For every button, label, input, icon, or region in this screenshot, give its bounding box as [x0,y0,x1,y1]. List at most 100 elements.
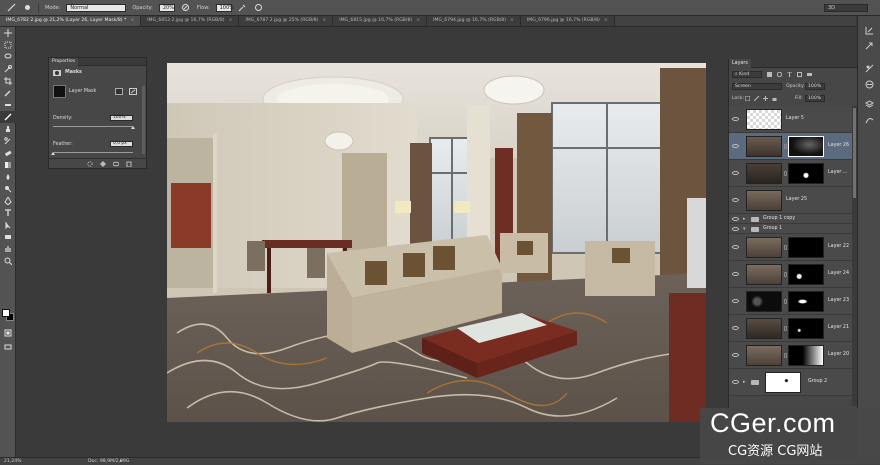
channels-icon[interactable] [858,76,880,92]
eyedropper-tool-icon[interactable] [0,87,16,99]
close-icon[interactable]: × [510,18,514,23]
visibility-eye-icon[interactable] [732,226,739,231]
scrollbar[interactable] [142,86,145,154]
group-row[interactable]: ▾ Group 1 [729,224,852,234]
layer-row[interactable]: Layer 20 [729,342,852,369]
blend-mode-dropdown[interactable]: Screen [732,83,782,90]
group-row[interactable]: ▸ Group 1 copy [729,214,852,224]
brush-tool-icon[interactable] [0,111,16,123]
document-image[interactable] [167,63,706,422]
density-slider[interactable] [53,126,133,127]
layer-row[interactable]: Layer 21 [729,315,852,342]
history-icon[interactable] [858,22,880,38]
flow-field[interactable]: 100% [215,3,234,12]
layer-row[interactable]: Layer ... [729,160,852,187]
crop-tool-icon[interactable] [0,75,16,87]
gradient-tool-icon[interactable] [0,159,16,171]
brush-settings-icon[interactable] [22,3,32,13]
doc-tab[interactable]: IMG_6853 2.jpg @ 16,7% (RGB/8) × [141,16,240,26]
group-row[interactable]: ▸ Group 2 [729,369,852,396]
layer-mask-thumbnail[interactable] [788,163,824,184]
doc-tab[interactable]: IMG_6782 2.jpg @ 21,2% (Layer 26, Layer … [0,16,142,26]
visibility-eye-icon[interactable] [732,353,739,357]
layer-row[interactable]: Layer 23 [729,288,852,315]
pressure-size-icon[interactable] [254,3,264,13]
history-brush-tool-icon[interactable] [0,135,16,147]
doc-tab[interactable]: IMG_6787 2.jpg @ 25% (RGB/8) × [239,16,334,26]
filter-kind-dropdown[interactable]: ⌕ Kind [732,71,762,78]
pen-tool-icon[interactable] [0,195,16,207]
expand-arrow-icon[interactable]: ▸ [743,216,746,222]
layers-tab[interactable]: Layers [729,59,751,68]
visibility-eye-icon[interactable] [732,272,739,276]
opacity-field[interactable]: 20% [158,3,175,12]
rectangle-tool-icon[interactable] [0,231,16,243]
layer-mask-thumbnail[interactable] [788,264,824,285]
mask-thumbnail[interactable] [53,85,66,98]
status-menu-arrow-icon[interactable]: ▸ [120,458,122,465]
close-icon[interactable]: × [604,18,608,23]
visibility-eye-icon[interactable] [732,117,739,121]
close-icon[interactable]: × [322,18,326,23]
shape-filter-icon[interactable] [797,72,802,79]
eraser-tool-icon[interactable] [0,147,16,159]
visibility-eye-icon[interactable] [732,216,739,221]
feather-slider-handle[interactable] [51,152,55,155]
adjustment-filter-icon[interactable] [776,71,783,79]
path-select-tool-icon[interactable] [0,219,16,231]
density-slider-handle[interactable] [131,126,135,129]
zoom-level[interactable]: 21,24% [4,458,22,465]
group-mask-thumbnail[interactable] [765,372,801,393]
fill-field[interactable]: 100% [805,95,825,102]
layer-mask-thumbnail[interactable] [788,318,824,339]
apply-mask-icon[interactable] [100,161,106,169]
doc-tab[interactable]: IMG_6815.jpg @ 16,7% (RGB/8) × [333,16,428,26]
clone-stamp-tool-icon[interactable] [0,123,16,135]
screen-mode-icon[interactable] [0,341,16,353]
doc-tab[interactable]: IMG_6796.jpg @ 16,7% (RGB/8) × [520,16,615,26]
chain-link-icon[interactable] [784,353,787,358]
quick-select-tool-icon[interactable] [0,63,16,75]
pressure-opacity-icon[interactable] [181,3,191,13]
layer-row[interactable]: Layer 22 [729,234,852,261]
mode-dropdown[interactable]: Normal [66,3,127,12]
chain-link-icon[interactable] [784,171,787,176]
visibility-eye-icon[interactable] [732,171,739,175]
layer-row[interactable]: Layer 24 [729,261,852,288]
visibility-eye-icon[interactable] [732,198,739,202]
airbrush-icon[interactable] [238,3,248,13]
workspace-dropdown[interactable]: 3D [824,4,868,12]
layer-mask-thumbnail[interactable] [788,291,824,312]
vector-mask-icon[interactable] [129,88,137,97]
brush-preset-icon[interactable] [6,3,16,13]
visibility-eye-icon[interactable] [732,380,739,384]
chain-link-icon[interactable] [784,144,787,149]
visibility-eye-icon[interactable] [732,144,739,148]
dodge-tool-icon[interactable] [0,183,16,195]
move-tool-icon[interactable] [0,27,16,39]
layer-mask-thumbnail[interactable] [788,237,824,258]
lasso-tool-icon[interactable] [0,51,16,63]
marquee-tool-icon[interactable] [0,39,16,51]
feather-slider[interactable] [53,152,133,153]
quick-mask-icon[interactable] [0,327,16,339]
layer-opacity-field[interactable]: 100% [805,83,825,90]
type-filter-icon[interactable] [787,71,792,79]
layers-stack-icon[interactable] [858,96,880,112]
chain-link-icon[interactable] [784,299,787,304]
chain-link-icon[interactable] [784,326,787,331]
zoom-tool-icon[interactable] [0,255,16,267]
canvas-area[interactable]: Properties Masks Layer Mask Density: 100… [16,27,728,457]
close-icon[interactable]: × [130,18,134,23]
close-icon[interactable]: × [229,18,233,23]
visibility-icon[interactable] [112,161,120,169]
blur-tool-icon[interactable] [0,171,16,183]
layer-row[interactable]: Layer 5 [729,106,852,133]
load-selection-icon[interactable] [87,161,93,169]
layer-mask-thumbnail[interactable] [788,345,824,366]
actions-icon[interactable] [858,38,880,54]
scrollbar-thumb[interactable] [853,108,856,198]
properties-tab[interactable]: Properties [49,58,79,66]
close-icon[interactable]: × [416,18,420,23]
healing-tool-icon[interactable] [0,99,16,111]
